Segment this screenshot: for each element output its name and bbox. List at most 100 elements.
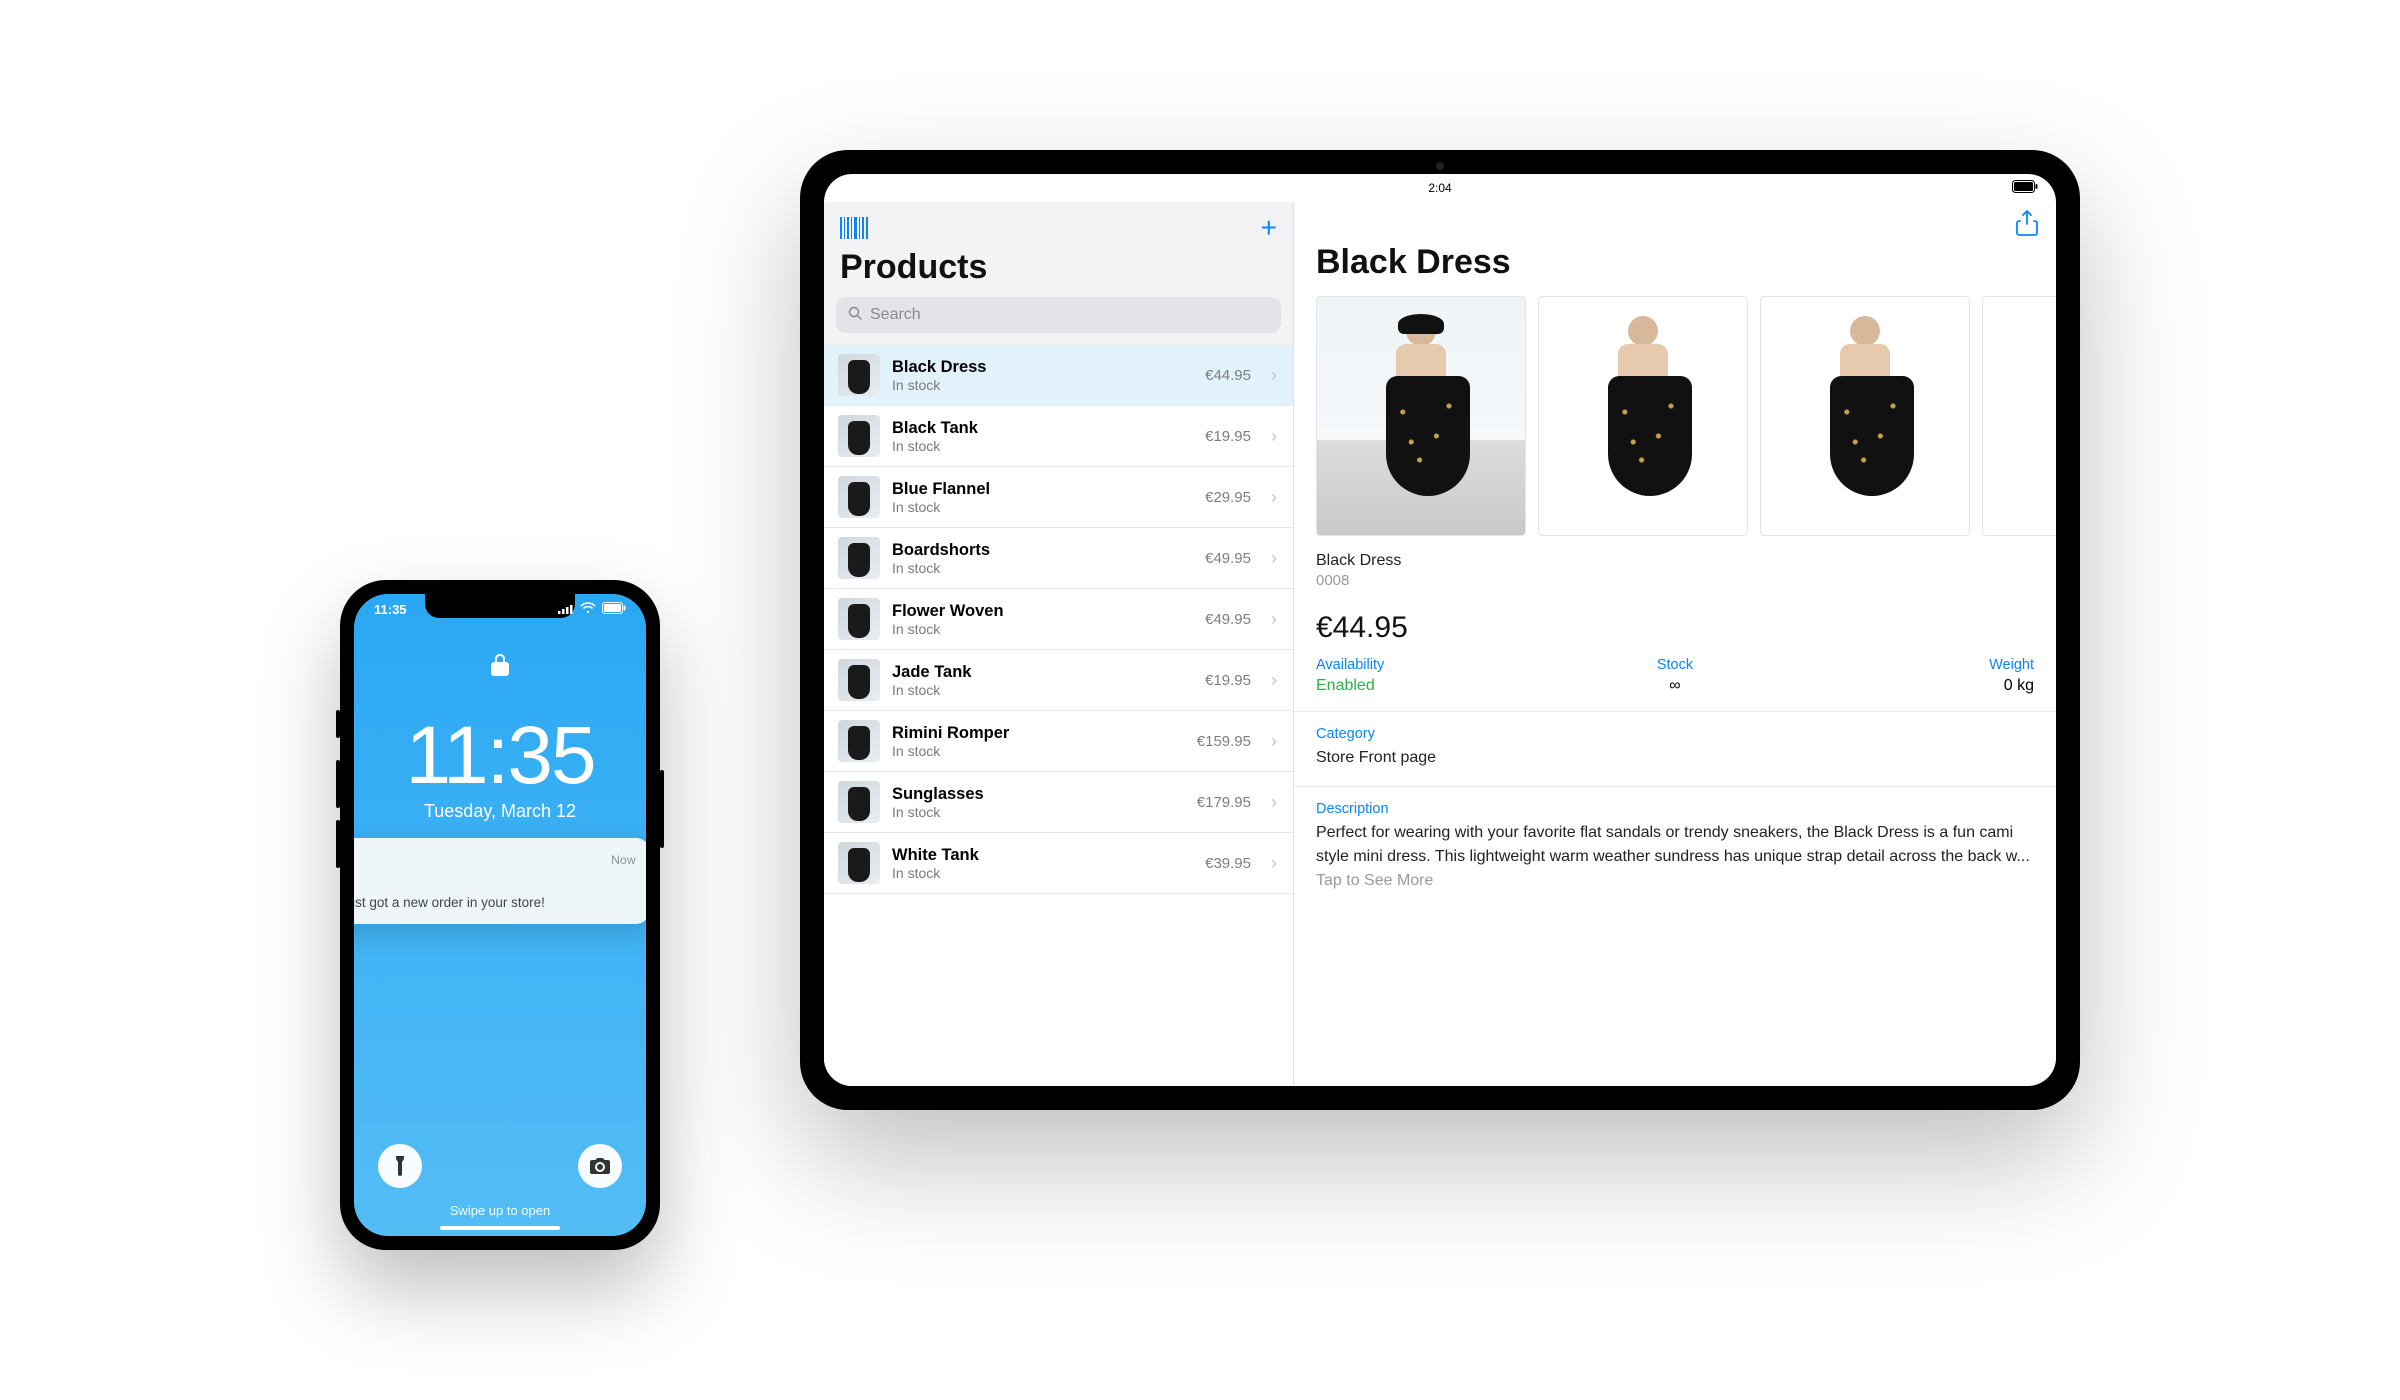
detail-name: Black Dress [1294,536,2056,570]
search-placeholder: Search [870,306,921,324]
product-price: €19.95 [1205,672,1251,689]
product-stock: In stock [892,682,1193,698]
product-thumbnail [838,598,880,640]
product-row[interactable]: Black DressIn stock €44.95 › [824,345,1293,406]
product-row[interactable]: Blue FlannelIn stock€29.95› [824,467,1293,528]
phone-side-button [336,820,340,868]
ipad-device: 2:04 + Products [800,150,2080,1110]
chevron-right-icon: › [1271,853,1277,874]
description-label: Description [1316,801,2034,817]
product-info: Blue FlannelIn stock [892,480,1193,515]
product-price: €49.95 [1205,611,1251,628]
add-image-button[interactable]: + Add [1982,296,2056,536]
signal-icon [558,602,574,617]
see-more-link[interactable]: Tap to See More [1316,872,1433,889]
ipad-camera [1436,162,1444,170]
camera-button[interactable] [578,1144,622,1188]
notification-card[interactable]: ECWID Now New order! Congrats! You just … [354,838,646,924]
product-thumbnail [838,537,880,579]
sidebar-header: + [824,202,1293,244]
description-body: Perfect for wearing with your favorite f… [1316,824,2030,865]
product-info: Rimini RomperIn stock [892,724,1185,759]
stock-value: ∞ [1555,677,1794,695]
product-thumbnail [838,842,880,884]
chevron-right-icon: › [1271,548,1277,569]
product-gallery[interactable]: + Add [1294,296,2056,536]
product-row[interactable]: Black TankIn stock€19.95› [824,406,1293,467]
lockscreen-time: 11:35 [354,715,646,797]
product-info: Jade TankIn stock [892,663,1193,698]
chevron-right-icon: › [1271,792,1277,813]
product-row[interactable]: White TankIn stock€39.95› [824,833,1293,894]
product-stock: In stock [892,865,1193,881]
product-stock: In stock [892,377,1193,393]
detail-price: €44.95 [1294,589,2056,653]
product-price: €29.95 [1205,489,1251,506]
product-info: SunglassesIn stock [892,785,1185,820]
gallery-image[interactable] [1538,296,1748,536]
availability-value: Enabled [1316,677,1555,695]
product-name: Jade Tank [892,663,1193,682]
detail-title: Black Dress [1294,241,2056,296]
flashlight-button[interactable] [378,1144,422,1188]
chevron-right-icon: › [1271,365,1277,386]
product-price: €179.95 [1197,794,1251,811]
share-button[interactable] [2016,210,2038,241]
product-name: Sunglasses [892,785,1185,804]
product-row[interactable]: Rimini RomperIn stock€159.95› [824,711,1293,772]
ipad-content: + Products Search Black DressIn stock€44… [824,202,2056,1086]
battery-icon [602,602,626,617]
product-info: Flower WovenIn stock [892,602,1193,637]
product-name: Blue Flannel [892,480,1193,499]
phone-side-button [336,710,340,738]
phone-status-time: 11:35 [374,602,407,617]
product-info: BoardshortsIn stock [892,541,1193,576]
notification-when: Now [611,853,636,867]
lock-icon [354,654,646,681]
product-name: Rimini Romper [892,724,1185,743]
weight-block[interactable]: Weight 0 kg [1795,657,2034,695]
phone-side-button [336,760,340,808]
product-row[interactable]: Jade TankIn stock€19.95› [824,650,1293,711]
product-thumbnail [838,476,880,518]
product-price: €44.95 [1205,367,1251,384]
iphone-device: 11:35 11:35 Tuesday, March 12 [340,580,660,1250]
gallery-image[interactable] [1316,296,1526,536]
wifi-icon [580,602,596,617]
description-section[interactable]: Description Perfect for wearing with you… [1294,787,2056,909]
product-list[interactable]: Black DressIn stock€44.95›Black TankIn s… [824,345,1293,1086]
phone-status-right [558,602,626,617]
product-row[interactable]: BoardshortsIn stock€49.95› [824,528,1293,589]
product-name: Black Tank [892,419,1193,438]
chevron-right-icon: › [1271,731,1277,752]
product-row[interactable]: SunglassesIn stock €179.95 › [824,772,1293,833]
product-stock: In stock [892,804,1185,820]
product-name: Flower Woven [892,602,1193,621]
product-price: €19.95 [1205,428,1251,445]
stock-label: Stock [1555,657,1794,673]
add-product-button[interactable]: + [1261,212,1277,244]
product-stock: In stock [892,621,1193,637]
product-detail-pane: Black Dress + Add [1294,202,2056,1086]
barcode-icon[interactable] [840,217,868,239]
product-name: White Tank [892,846,1193,865]
phone-side-button [660,770,664,848]
category-label: Category [1316,726,2034,742]
product-stock: In stock [892,743,1185,759]
category-section[interactable]: Category Store Front page [1294,712,2056,787]
product-thumbnail [838,720,880,762]
product-row[interactable]: Flower WovenIn stock€49.95› [824,589,1293,650]
description-text: Perfect for wearing with your favorite f… [1316,821,2034,893]
lockscreen-date: Tuesday, March 12 [354,801,646,822]
swipe-up-hint: Swipe up to open [354,1203,646,1218]
product-thumbnail [838,659,880,701]
stock-block[interactable]: Stock ∞ [1555,657,1794,695]
search-input[interactable]: Search [836,297,1281,333]
detail-meta-row: Availability Enabled Stock ∞ Weight 0 kg [1294,653,2056,712]
home-indicator[interactable] [440,1226,560,1230]
product-stock: In stock [892,438,1193,454]
availability-block[interactable]: Availability Enabled [1316,657,1555,695]
product-name: Black Dress [892,358,1193,377]
gallery-image[interactable] [1760,296,1970,536]
product-stock: In stock [892,499,1193,515]
